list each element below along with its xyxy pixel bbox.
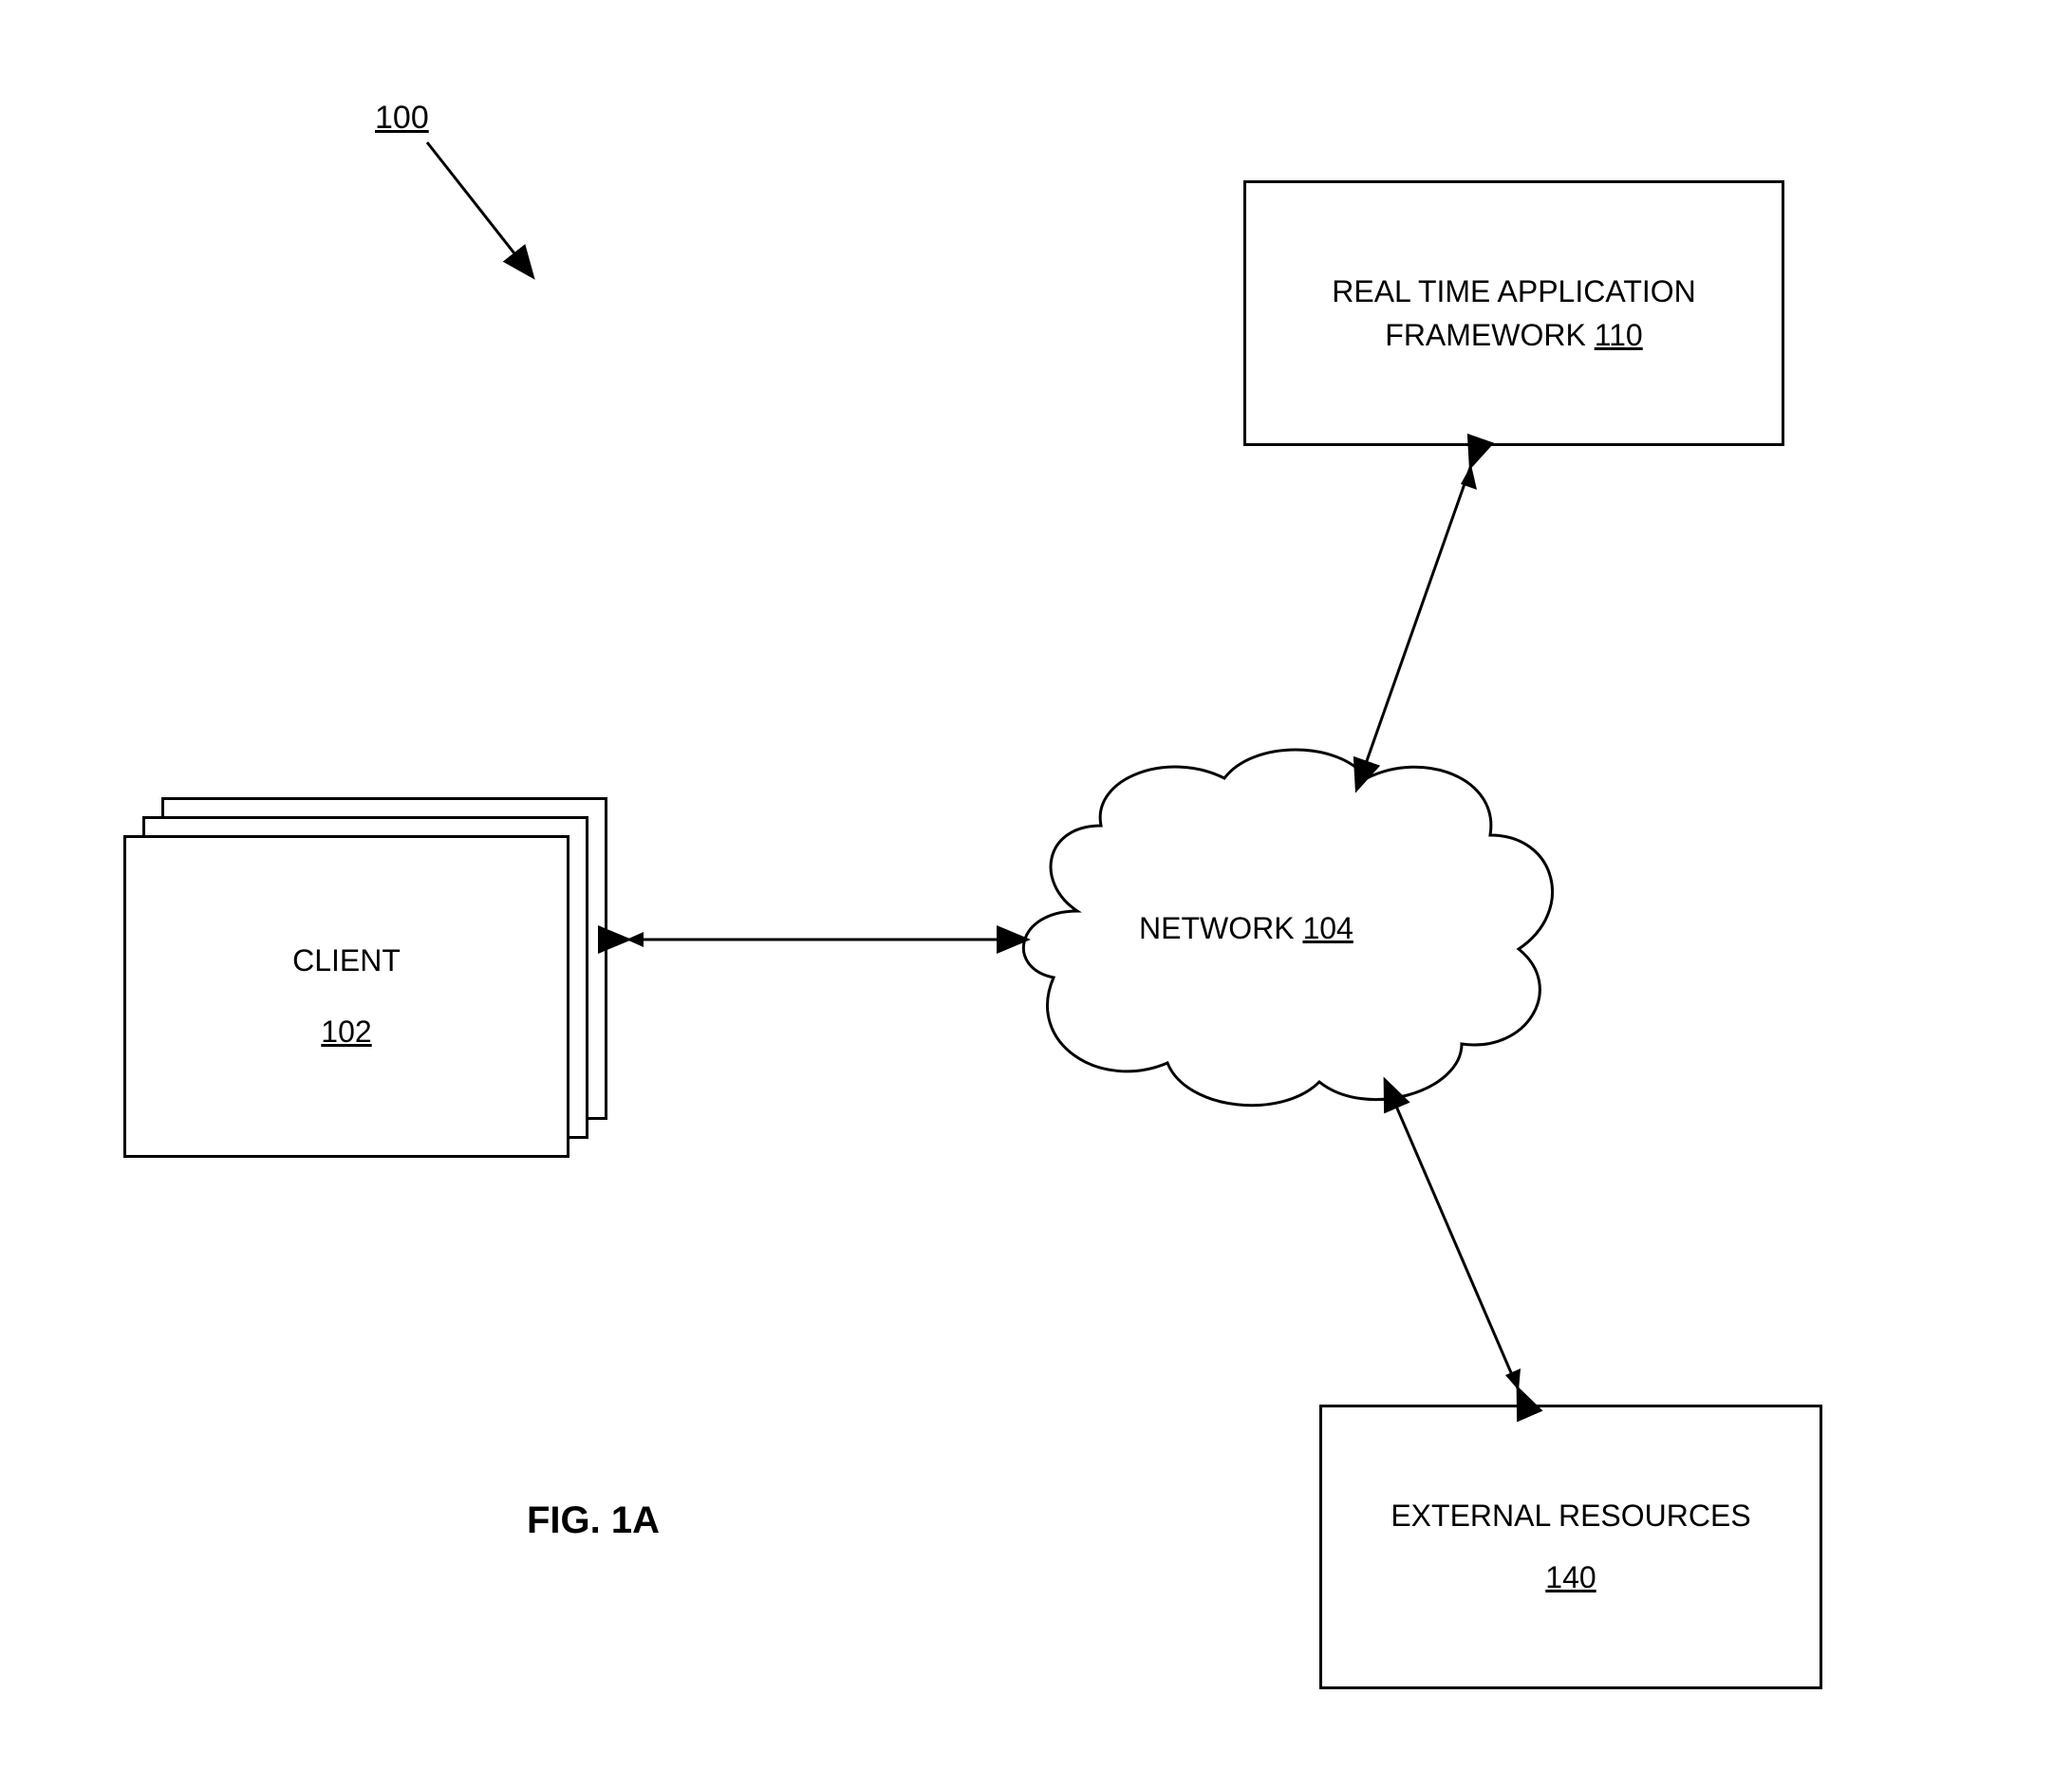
- external-label: EXTERNAL RESOURCES: [1391, 1495, 1750, 1537]
- figure-ref-number: 100: [375, 100, 429, 137]
- client-label: CLIENT: [292, 940, 401, 982]
- node-external: EXTERNAL RESOURCES 140: [1319, 1405, 1822, 1689]
- framework-text-overlay: REAL TIME APPLICATION FRAMEWORK 110: [1243, 180, 1784, 446]
- edge-external-network: [1386, 1082, 1519, 1390]
- framework-line2: FRAMEWORK 110: [1385, 313, 1642, 357]
- external-number: 140: [1545, 1556, 1596, 1599]
- network-label: NETWORK: [1139, 911, 1295, 945]
- network-number: 104: [1302, 911, 1353, 945]
- diagram-canvas: 100 REAL TIME APPLICATION FRAMEWORK FRAM…: [0, 0, 2072, 1769]
- edge-framework-network: [1357, 465, 1471, 788]
- network-label-container: NETWORK 104: [1139, 911, 1353, 946]
- node-client: CLIENT 102: [123, 835, 569, 1158]
- framework-line1: REAL TIME APPLICATION: [1332, 270, 1696, 313]
- client-number: 102: [321, 1011, 371, 1053]
- figure-caption: FIG. 1A: [527, 1499, 660, 1542]
